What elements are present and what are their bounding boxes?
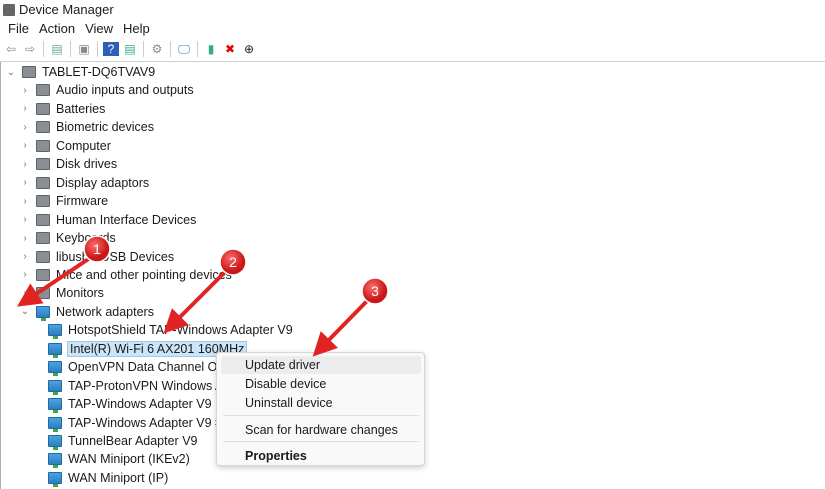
annotation-2: 2 (163, 248, 247, 334)
svg-text:1: 1 (93, 241, 101, 257)
annotation-3: 3 (312, 277, 389, 357)
annotation-1: 1 (17, 235, 111, 307)
annotation-layer: 1 2 3 (17, 235, 389, 357)
svg-text:3: 3 (371, 283, 379, 299)
svg-text:2: 2 (229, 254, 237, 270)
